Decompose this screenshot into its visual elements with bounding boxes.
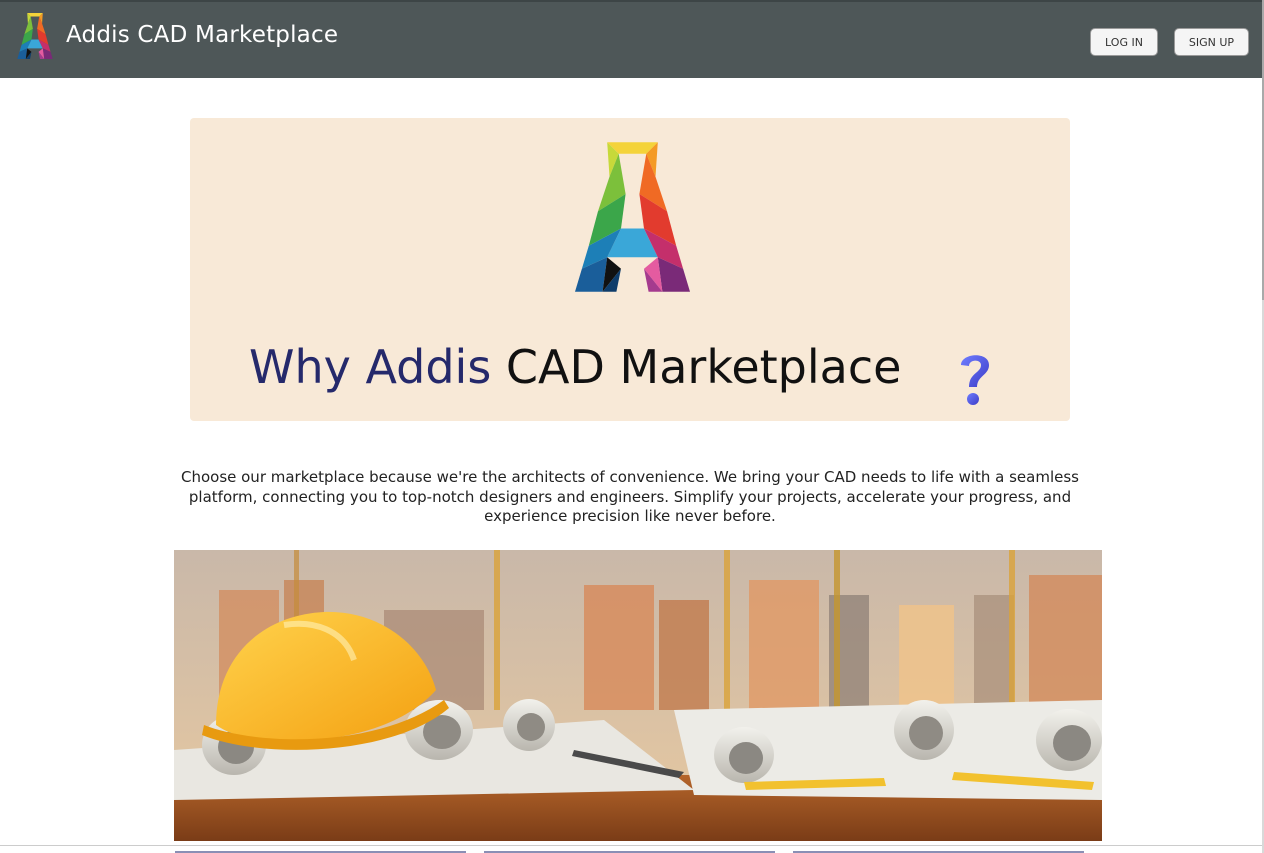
heading-part-cad-marketplace: CAD Marketplace: [505, 340, 902, 394]
heading-part-why-addis: Why Addis: [249, 340, 492, 394]
hero-heading: Why Addis CAD Marketplace: [249, 340, 901, 394]
addis-a-logo-icon: [575, 142, 690, 292]
construction-site-image: [174, 550, 1102, 841]
login-button[interactable]: LOG IN: [1090, 28, 1158, 56]
question-mark-icon: [961, 355, 989, 405]
top-navbar: Addis CAD Marketplace LOG IN SIGN UP: [0, 0, 1262, 78]
hero-banner: Why Addis CAD Marketplace: [190, 118, 1070, 421]
addis-a-logo-icon[interactable]: [17, 13, 53, 59]
signup-button[interactable]: SIGN UP: [1174, 28, 1249, 56]
brand-title[interactable]: Addis CAD Marketplace: [66, 22, 338, 48]
intro-paragraph: Choose our marketplace because we're the…: [180, 468, 1079, 525]
section-divider: [0, 845, 1262, 846]
